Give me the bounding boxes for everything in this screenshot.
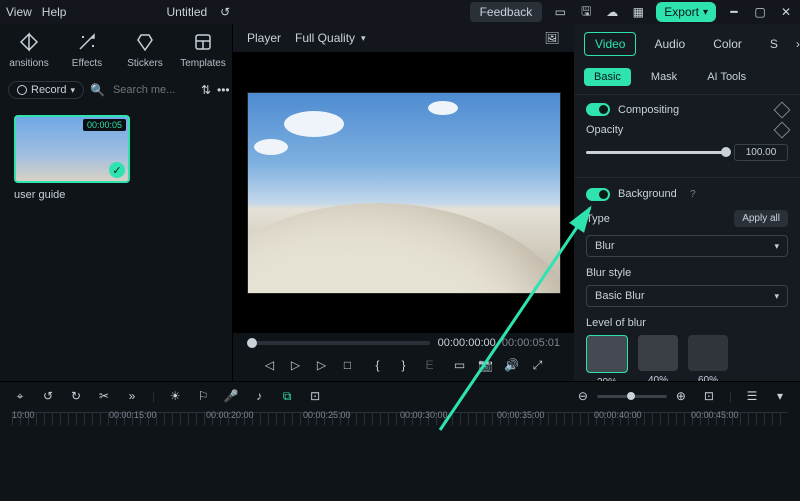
blur-option-60[interactable]: 60% (688, 335, 728, 381)
display-icon[interactable]: ▭ (452, 357, 468, 373)
check-icon: ✓ (109, 162, 125, 178)
more-icon[interactable]: ••• (217, 82, 230, 98)
save-icon[interactable]: 🖫 (578, 4, 594, 20)
keyframe-icon[interactable] (774, 122, 791, 139)
search-field[interactable]: 🔍 (90, 83, 195, 97)
redo-icon[interactable]: ↻ (68, 388, 84, 404)
help-icon[interactable]: ? (685, 186, 701, 202)
blur-style-label: Blur style (586, 267, 788, 279)
subtab-basic[interactable]: Basic (584, 68, 631, 86)
scrub-bar[interactable] (247, 341, 430, 345)
compositing-label: Compositing (618, 104, 679, 116)
cloud-icon[interactable]: ☁ (604, 4, 620, 20)
fit-icon[interactable]: ⊡ (701, 388, 717, 404)
e-icon: E (422, 357, 438, 373)
tab-color[interactable]: Color (703, 33, 752, 55)
keyframe-icon[interactable] (774, 101, 791, 118)
close-icon[interactable]: ✕ (778, 4, 794, 20)
tab-video[interactable]: Video (584, 32, 636, 56)
titlebar: View Help Untitled ↺ Feedback ▭ 🖫 ☁ ▦ Ex… (0, 0, 800, 24)
type-select[interactable]: Blur▾ (586, 235, 788, 257)
time-display: 00:00:00:00 00:00:05:01 (438, 337, 560, 349)
background-toggle[interactable] (586, 188, 610, 201)
chevron-down-icon: ▾ (703, 7, 708, 18)
grid-icon[interactable]: ▦ (630, 4, 646, 20)
properties-panel: Video Audio Color S › Basic Mask AI Tool… (574, 24, 800, 381)
link-icon[interactable]: ⊡ (307, 388, 323, 404)
blur-option-40[interactable]: 40% (638, 335, 678, 381)
mark-out-icon[interactable]: } (396, 357, 412, 373)
undo-icon[interactable]: ↺ (40, 388, 56, 404)
media-clip[interactable]: 00:00:05 ✓ (14, 115, 130, 183)
preview-canvas[interactable] (247, 92, 561, 294)
mark-in-icon[interactable]: { (370, 357, 386, 373)
flag-icon[interactable]: ⚐ (195, 388, 211, 404)
history-icon[interactable]: ↺ (217, 4, 233, 20)
volume-icon[interactable]: 🔊 (504, 357, 520, 373)
blur-style-select[interactable]: Basic Blur▾ (586, 285, 788, 307)
music-icon[interactable]: ♪ (251, 388, 267, 404)
clip-duration: 00:00:05 (83, 119, 126, 131)
zoom-in-icon[interactable]: ⊕ (673, 388, 689, 404)
marker-icon[interactable]: ☀ (167, 388, 183, 404)
image-icon[interactable]: 🖼 (544, 30, 560, 46)
menu-help[interactable]: Help (42, 5, 67, 19)
minimize-icon[interactable]: ━ (726, 4, 742, 20)
apply-all-button[interactable]: Apply all (734, 210, 788, 227)
search-icon: 🔍 (90, 83, 105, 97)
fullscreen-icon[interactable]: ⤢ (530, 357, 546, 373)
search-input[interactable] (111, 83, 195, 97)
quality-select[interactable]: Full Quality▾ (295, 31, 366, 45)
snapshot-icon[interactable]: 📷 (478, 357, 494, 373)
record-button[interactable]: Record▾ (8, 81, 84, 99)
filter-icon[interactable]: ⇅ (201, 82, 211, 98)
chevron-down-icon[interactable]: ▾ (772, 388, 788, 404)
feedback-button[interactable]: Feedback (470, 2, 543, 22)
chevron-right-icon[interactable]: › (796, 36, 800, 52)
cut-icon[interactable]: ✂ (96, 388, 112, 404)
menu-view[interactable]: View (6, 5, 32, 19)
preview-area: Player Full Quality▾ 🖼 00:00:00:00 00:00… (233, 24, 574, 381)
tool-templates[interactable]: Templates (178, 30, 228, 69)
maximize-icon[interactable]: ▢ (752, 4, 768, 20)
project-title: Untitled (166, 5, 207, 19)
play-icon[interactable]: ▷ (288, 357, 304, 373)
subtab-mask[interactable]: Mask (641, 68, 687, 86)
type-label: Type (586, 213, 610, 225)
timeline: ⌖ ↺ ↻ ✂ » | ☀ ⚐ 🎤 ♪ ⧉ ⊡ ⊖ ⊕ ⊡ | ☰ ▾ 10:0… (0, 381, 800, 501)
opacity-label: Opacity (586, 124, 623, 136)
zoom-control[interactable]: ⊖ ⊕ (575, 388, 689, 404)
zoom-out-icon[interactable]: ⊖ (575, 388, 591, 404)
export-button[interactable]: Export▾ (656, 2, 716, 22)
monitor-icon[interactable]: ▭ (552, 4, 568, 20)
tool-transitions[interactable]: ansitions (4, 30, 54, 69)
play-forward-icon[interactable]: ▷ (314, 357, 330, 373)
tool-effects[interactable]: Effects (62, 30, 112, 69)
prev-frame-icon[interactable]: ◁ (262, 357, 278, 373)
subtab-ai[interactable]: AI Tools (697, 68, 756, 86)
magnet-icon[interactable]: ⧉ (279, 388, 295, 404)
player-label: Player (247, 31, 281, 45)
opacity-slider[interactable] (586, 151, 726, 154)
tab-more[interactable]: S (760, 33, 788, 55)
cursor-icon[interactable]: ⌖ (12, 388, 28, 404)
media-sidebar: ansitions Effects Stickers Templates Rec… (0, 24, 233, 381)
opacity-value[interactable]: 100.00 (734, 144, 788, 161)
compositing-toggle[interactable] (586, 103, 610, 116)
tab-audio[interactable]: Audio (644, 33, 695, 55)
tool-stickers[interactable]: Stickers (120, 30, 170, 69)
more-icon[interactable]: » (124, 388, 140, 404)
mic-icon[interactable]: 🎤 (223, 388, 239, 404)
stop-icon[interactable]: □ (340, 357, 356, 373)
background-label: Background (618, 188, 677, 200)
level-label: Level of blur (586, 317, 788, 329)
blur-option-20[interactable]: 20% (586, 335, 628, 381)
clip-label: user guide (14, 189, 218, 201)
layers-icon[interactable]: ☰ (744, 388, 760, 404)
